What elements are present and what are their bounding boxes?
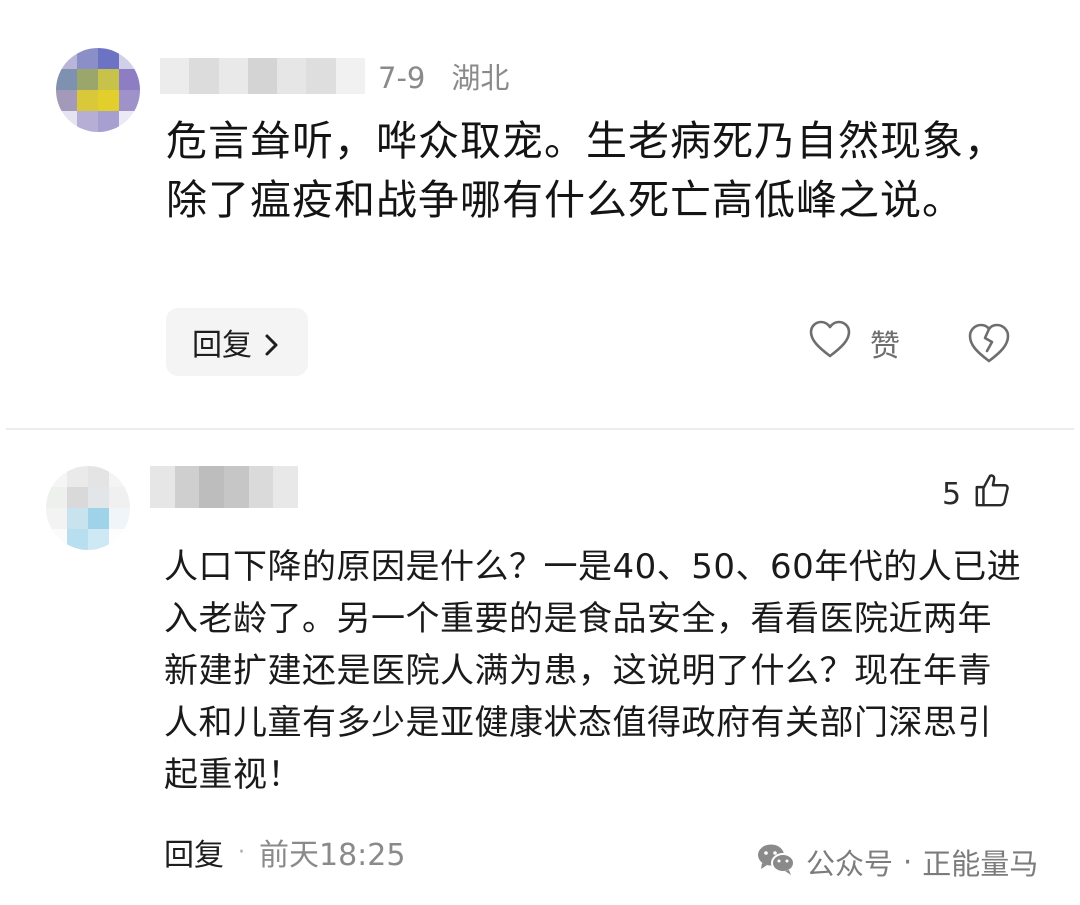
comment-text: 人口下降的原因是什么？一是40、50、60年代的人已进入老龄了。另一个重要的是食… bbox=[164, 547, 1022, 795]
broken-heart-icon bbox=[966, 323, 1012, 370]
comment-screenshot: 7-9 湖北 危言耸听，哗众取宠。生老病死乃自然现象，除了瘟疫和战争哪有什么死亡… bbox=[0, 0, 1080, 905]
avatar[interactable] bbox=[46, 466, 130, 550]
avatar[interactable] bbox=[56, 48, 140, 132]
comment-date: 7-9 bbox=[378, 61, 426, 95]
reply-button[interactable]: 回复 bbox=[166, 308, 308, 376]
username-blurred[interactable] bbox=[150, 466, 299, 508]
like-label: 赞 bbox=[870, 329, 900, 364]
comment-location: 湖北 bbox=[451, 61, 510, 95]
comment-time: 前天18:25 bbox=[259, 838, 406, 873]
separator-dot: · bbox=[238, 839, 245, 865]
like-button[interactable]: 5 bbox=[942, 470, 1011, 518]
reply-button[interactable]: 回复 bbox=[164, 830, 224, 874]
like-button[interactable]: 赞 bbox=[808, 318, 900, 368]
chevron-right-icon bbox=[262, 330, 282, 356]
comment-meta: 7-9 湖北 bbox=[378, 58, 509, 98]
watermark-source: 公众号 bbox=[806, 847, 894, 881]
heart-outline-icon bbox=[808, 319, 852, 367]
comment-divider bbox=[6, 428, 1074, 430]
wechat-icon bbox=[756, 842, 796, 883]
thumbs-up-icon bbox=[973, 471, 1011, 517]
dislike-button[interactable] bbox=[966, 320, 1012, 366]
comment-footer: 回复 · 前天18:25 bbox=[164, 830, 405, 874]
username-blurred[interactable] bbox=[160, 58, 365, 94]
reply-label: 回复 bbox=[192, 328, 252, 363]
watermark-separator: · bbox=[903, 845, 913, 879]
watermark-account: 正能量马 bbox=[922, 847, 1039, 881]
watermark: 公众号 · 正能量马 bbox=[756, 840, 1038, 884]
comment-text: 危言耸听，哗众取宠。生老病死乃自然现象，除了瘟疫和战争哪有什么死亡高低峰之说。 bbox=[166, 117, 1006, 224]
like-count: 5 bbox=[942, 476, 962, 512]
